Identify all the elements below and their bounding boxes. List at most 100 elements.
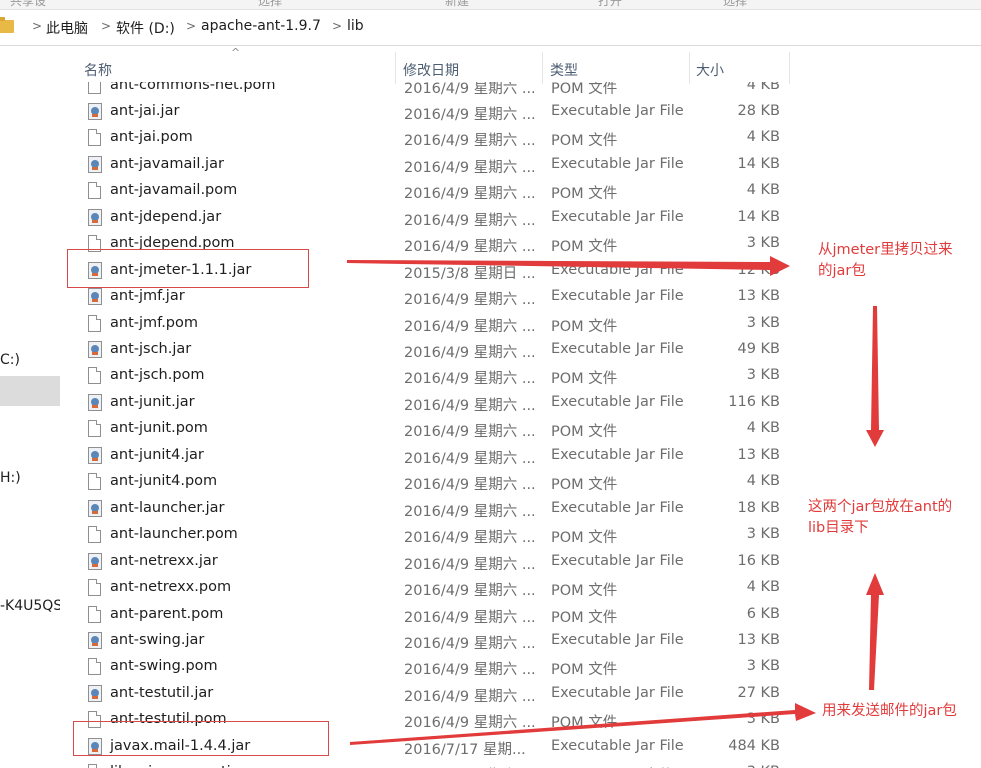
breadcrumb-this-pc[interactable]: 此电脑 xyxy=(46,18,88,38)
file-row[interactable]: ant-commons-net.pom 2016/4/9 星期六 ... POM 文… xyxy=(76,82,790,99)
file-row[interactable]: ant-junit4.jar 2016/4/9 星期六 ... Executable… xyxy=(76,443,790,469)
nav-item-drive-c[interactable]: C:) xyxy=(0,352,20,368)
jar-file-icon xyxy=(88,102,102,120)
chevron-right-icon[interactable]: > xyxy=(332,19,342,33)
file-icon xyxy=(88,367,101,385)
file-row[interactable]: ant-jdepend.jar 2016/4/9 星期六 ... Executabl… xyxy=(76,205,790,231)
column-date-header[interactable]: 修改日期 xyxy=(403,60,459,80)
jar-file-icon xyxy=(87,341,103,359)
ribbon-cut-label[interactable]: 新建 xyxy=(445,0,469,9)
column-type-header[interactable]: 类型 xyxy=(550,60,578,80)
note-jmeter-line2: 的jar包 xyxy=(818,263,866,279)
file-type: Executable Jar File xyxy=(551,684,684,701)
file-size: 116 KB xyxy=(728,393,780,410)
file-row[interactable]: ant-junit.jar 2016/4/9 星期六 ... Executable … xyxy=(76,390,790,416)
ribbon-cut-label[interactable]: 选择 xyxy=(258,0,282,9)
jar-file-icon xyxy=(88,208,102,226)
file-icon xyxy=(88,129,101,147)
navigation-pane: C:) H:) -K4U5QS xyxy=(0,46,60,768)
jar-file-icon xyxy=(87,631,103,650)
file-date: 2016/4/9 星期六 ... xyxy=(404,186,536,203)
file-name: ant-junit4.pom xyxy=(110,473,218,490)
nav-selected-item[interactable] xyxy=(0,376,60,406)
column-divider[interactable] xyxy=(542,52,543,84)
file-row[interactable]: ant-jmf.jar 2016/4/9 星期六 ... Executable Ja… xyxy=(76,284,790,310)
column-divider[interactable] xyxy=(789,52,790,84)
column-name-header[interactable]: 名称 xyxy=(84,60,112,80)
file-row[interactable]: ant-launcher.pom 2016/4/9 星期六 ... POM 文件 3 … xyxy=(76,522,790,548)
jar-file-icon xyxy=(87,102,103,121)
jar-file-icon xyxy=(88,446,102,464)
chevron-right-icon[interactable]: > xyxy=(32,19,42,33)
file-name: ant-testutil.jar xyxy=(110,684,214,701)
file-size: 16 KB xyxy=(737,552,780,569)
file-size: 13 KB xyxy=(737,288,780,305)
file-size: 4 KB xyxy=(746,579,780,596)
file-row[interactable]: ant-javamail.pom 2016/4/9 星期六 ... POM 文件 4 … xyxy=(76,178,790,204)
file-type: Executable Jar File xyxy=(551,341,684,357)
file-size: 4 KB xyxy=(746,420,780,437)
file-row[interactable]: ant-netrexx.pom 2016/4/9 星期六 ... POM 文件 4 K… xyxy=(76,575,790,601)
note-place-line2: lib目录下 xyxy=(808,520,869,536)
file-row[interactable]: ant-swing.pom 2016/4/9 星期六 ... POM 文件 3 KB xyxy=(76,654,790,680)
file-date: 2016/4/9 星期六 ... xyxy=(404,371,536,388)
nav-item-computer[interactable]: -K4U5QS xyxy=(0,598,60,614)
jar-file-icon xyxy=(87,684,103,703)
file-row[interactable]: ant-jmf.pom 2016/4/9 星期六 ... POM 文件 3 KB xyxy=(76,311,790,337)
jar-file-icon xyxy=(88,341,102,358)
file-name: ant-junit.jar xyxy=(110,393,195,410)
address-bar[interactable]: > 此电脑 > 软件 (D:) > apache-ant-1.9.7 > lib xyxy=(0,10,981,46)
file-icon xyxy=(87,473,103,491)
breadcrumb-apache-ant[interactable]: apache-ant-1.9.7 xyxy=(201,18,321,34)
file-type: Executable Jar File xyxy=(551,446,684,463)
file-row[interactable]: ant-testutil.jar 2016/4/9 星期六 ... Executab… xyxy=(76,681,790,707)
breadcrumb-lib[interactable]: lib xyxy=(347,18,364,34)
column-divider[interactable] xyxy=(689,52,690,84)
file-row[interactable]: ant-javamail.jar 2016/4/9 星期六 ... Executab… xyxy=(76,152,790,178)
file-date: 2016/4/9 星期六 ... xyxy=(404,556,536,573)
file-date: 2016/4/9 星期六 ... xyxy=(404,292,536,309)
file-date: 2016/4/9 星期六 ... xyxy=(404,106,536,123)
file-name: ant-jsch.jar xyxy=(110,341,192,357)
file-row[interactable]: libraries.properties 2016/4/9 星期六 ... PROP… xyxy=(76,760,790,768)
file-size: 3 KB xyxy=(746,367,780,384)
breadcrumb-drive-d[interactable]: 软件 (D:) xyxy=(116,18,175,38)
file-type: POM 文件 xyxy=(551,318,618,335)
nav-item-drive-h[interactable]: H:) xyxy=(0,470,21,486)
file-date: 2016/4/9 星期六 ... xyxy=(404,662,536,679)
ribbon-cut-label[interactable]: 选择 xyxy=(723,0,747,9)
note-place-line1: 这两个jar包放在ant的 xyxy=(808,499,953,515)
file-row[interactable]: ant-jsch.jar 2016/4/9 星期六 ... Executable J… xyxy=(76,337,790,363)
file-icon xyxy=(88,526,101,544)
file-row[interactable]: ant-junit.pom 2016/4/9 星期六 ... POM 文件 4 KB xyxy=(76,416,790,442)
column-size-header[interactable]: 大小 xyxy=(696,60,724,80)
file-row[interactable]: ant-junit4.pom 2016/4/9 星期六 ... POM 文件 4 KB xyxy=(76,469,790,495)
file-row[interactable]: ant-jai.jar 2016/4/9 星期六 ... Executable Ja… xyxy=(76,99,790,125)
file-name: ant-launcher.jar xyxy=(110,499,225,516)
ribbon-cut-label[interactable]: 打开 xyxy=(598,0,622,9)
file-size: 4 KB xyxy=(746,82,780,93)
file-name: ant-jai.jar xyxy=(110,102,180,119)
file-date: 2016/4/9 星期六 ... xyxy=(404,635,536,652)
file-size: 3 KB xyxy=(746,235,780,252)
file-row[interactable]: ant-netrexx.jar 2016/4/9 星期六 ... Executabl… xyxy=(76,549,790,575)
ribbon-cut-label[interactable]: 共享设 xyxy=(10,0,46,9)
jar-file-icon xyxy=(87,499,103,518)
column-divider[interactable] xyxy=(395,52,396,84)
file-row[interactable]: ant-parent.pom 2016/4/9 星期六 ... POM 文件 6 KB xyxy=(76,602,790,628)
file-list: ant-commons-net.pom 2016/4/9 星期六 ... POM 文… xyxy=(76,82,790,768)
file-date: 2015/3/8 星期日 ... xyxy=(404,265,536,282)
file-row[interactable]: ant-jai.pom 2016/4/9 星期六 ... POM 文件 4 KB xyxy=(76,125,790,151)
file-row[interactable]: ant-jsch.pom 2016/4/9 星期六 ... POM 文件 3 KB xyxy=(76,363,790,389)
chevron-right-icon[interactable]: > xyxy=(186,19,196,33)
file-type: Executable Jar File xyxy=(551,552,684,569)
chevron-right-icon[interactable]: > xyxy=(101,19,111,33)
file-icon xyxy=(87,764,103,768)
file-row[interactable]: ant-launcher.jar 2016/4/9 星期六 ... Executab… xyxy=(76,496,790,522)
file-type: Executable Jar File xyxy=(551,737,684,754)
column-header: ^ 名称 修改日期 类型 大小 xyxy=(76,46,790,84)
file-icon xyxy=(87,182,103,200)
file-row[interactable]: ant-swing.jar 2016/4/9 星期六 ... Executable … xyxy=(76,628,790,654)
file-icon xyxy=(88,658,101,676)
sort-ascending-icon: ^ xyxy=(231,46,241,59)
